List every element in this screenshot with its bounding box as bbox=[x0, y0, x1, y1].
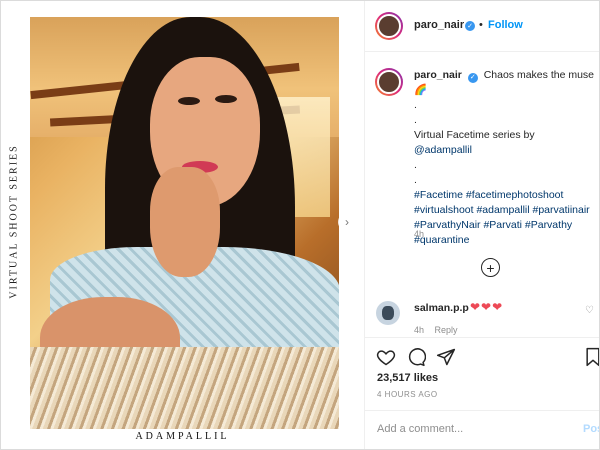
header-username[interactable]: paro_nair bbox=[414, 19, 464, 31]
image-eye bbox=[178, 97, 200, 105]
share-icon[interactable] bbox=[435, 346, 457, 368]
caption-username[interactable]: paro_nair bbox=[414, 69, 462, 81]
image-hand bbox=[150, 167, 220, 277]
chevron-right-icon[interactable]: › bbox=[338, 213, 356, 231]
caption-line: . bbox=[414, 159, 417, 171]
post-header: paro_nair ✓ • Follow bbox=[365, 1, 599, 52]
follow-button[interactable]: Follow bbox=[488, 19, 523, 31]
hashtag-line[interactable]: #ParvathyNair #Parvati #Parvathy bbox=[414, 218, 594, 233]
post-button[interactable]: Post bbox=[583, 423, 599, 435]
bookmark-icon[interactable] bbox=[582, 346, 599, 368]
caption-line: . bbox=[414, 114, 417, 126]
comment-time[interactable]: 4h bbox=[414, 325, 424, 335]
caption-time[interactable]: 4h bbox=[414, 229, 424, 239]
comment-avatar[interactable] bbox=[376, 301, 400, 325]
separator-dot: • bbox=[479, 19, 483, 31]
hashtag-line[interactable]: #quarantine bbox=[414, 233, 594, 248]
add-comment-bar: Add a comment... Post bbox=[365, 410, 599, 447]
caption-line: Chaos makes the muse bbox=[483, 69, 595, 81]
comment-meta: 4h Reply bbox=[414, 325, 466, 335]
posted-time[interactable]: 4 HOURS AGO bbox=[377, 390, 438, 399]
post-dialog: VIRTUAL SHOOT SERIES ADAMPALLIL › paro_n… bbox=[0, 0, 600, 450]
avatar[interactable] bbox=[375, 12, 403, 40]
brand-label: ADAMPALLIL bbox=[135, 431, 230, 442]
photo-panel: VIRTUAL SHOOT SERIES ADAMPALLIL › bbox=[1, 1, 364, 449]
mention-link[interactable]: @adampallil bbox=[414, 144, 472, 156]
comment-icon[interactable] bbox=[405, 346, 427, 368]
rainbow-emoji: 🌈 bbox=[414, 84, 428, 96]
side-text-label: VIRTUAL SHOOT SERIES bbox=[8, 143, 20, 299]
caption: paro_nair ✓ Chaos makes the muse 🌈 . . V… bbox=[414, 68, 594, 248]
hashtag-line[interactable]: #virtualshoot #adampallil #parvatiinair bbox=[414, 203, 594, 218]
post-image[interactable] bbox=[30, 17, 339, 429]
comment-text: ❤❤❤ bbox=[470, 300, 504, 314]
heart-outline-icon[interactable] bbox=[375, 346, 397, 368]
image-eye bbox=[215, 95, 237, 103]
image-rug bbox=[30, 347, 339, 429]
reply-button[interactable]: Reply bbox=[435, 325, 458, 335]
comment-username[interactable]: salman.p.p bbox=[414, 302, 469, 314]
verified-icon: ✓ bbox=[467, 72, 478, 83]
likes-count[interactable]: 23,517 likes bbox=[377, 372, 438, 384]
side-text: VIRTUAL SHOOT SERIES bbox=[1, 121, 29, 321]
heart-outline-icon[interactable]: ♡ bbox=[585, 305, 594, 316]
verified-icon: ✓ bbox=[465, 21, 475, 31]
comment-input[interactable]: Add a comment... bbox=[377, 423, 463, 435]
action-bar: 23,517 likes 4 HOURS AGO Add a comment..… bbox=[365, 337, 599, 438]
caption-line: Virtual Facetime series by bbox=[414, 129, 535, 141]
hashtag-line[interactable]: #Facetime #facetimephotoshoot bbox=[414, 188, 594, 203]
plus-circle-icon[interactable]: + bbox=[481, 258, 500, 277]
comment-item: salman.p.p ❤❤❤ ♡ 4h Reply bbox=[365, 297, 599, 337]
post-sidebar: paro_nair ✓ • Follow paro_nair ✓ Chaos m… bbox=[364, 1, 599, 449]
caption-line: . bbox=[414, 174, 417, 186]
caption-avatar[interactable] bbox=[375, 68, 403, 96]
caption-line: . bbox=[414, 99, 417, 111]
